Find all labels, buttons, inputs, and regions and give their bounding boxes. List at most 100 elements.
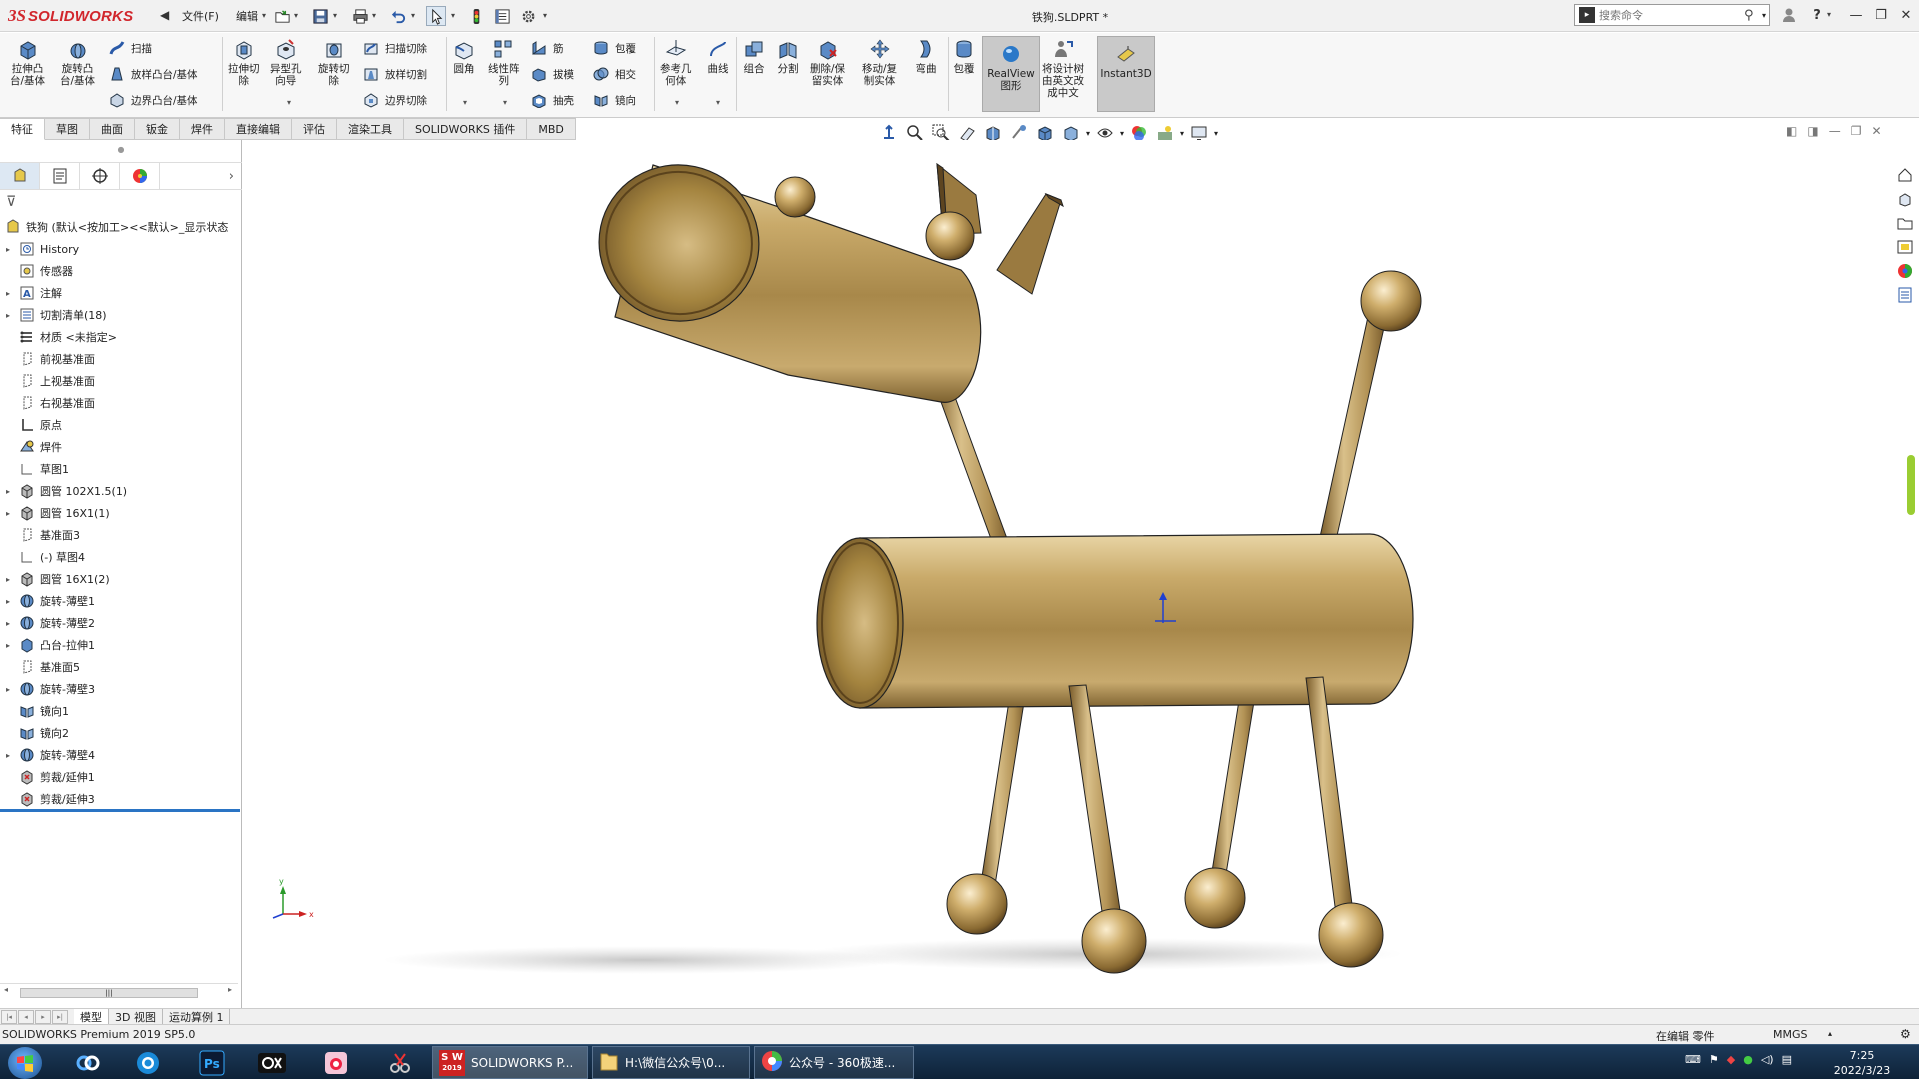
expand-arrow-icon[interactable]: ▸: [6, 289, 18, 298]
tree-root-part[interactable]: 铁狗 (默认<按加工><<默认>_显示状态: [0, 216, 242, 238]
tree-item[interactable]: (-) 草图4: [0, 546, 242, 568]
open-file-icon[interactable]: [272, 6, 292, 26]
tree-horizontal-scrollbar[interactable]: ◂ ||| ▸: [0, 983, 238, 999]
tree-item[interactable]: 基准面5: [0, 656, 242, 678]
shell-button[interactable]: 抽壳: [530, 91, 574, 109]
viewport-restore-icon[interactable]: ❐: [1851, 124, 1862, 138]
tab-solidworks-addins[interactable]: SOLIDWORKS 插件: [404, 118, 528, 140]
viewport-close-icon[interactable]: ✕: [1871, 124, 1881, 138]
options-dropdown-icon[interactable]: ▾: [543, 11, 547, 20]
move-copy-body-button[interactable]: 移动/复 制实体: [862, 37, 897, 87]
print-icon[interactable]: [350, 6, 370, 26]
extrude-boss-button[interactable]: 拉伸凸 台/基体: [10, 37, 45, 87]
tree-item[interactable]: ▸ 旋转-薄壁4: [0, 744, 242, 766]
configuration-manager-tab-icon[interactable]: [80, 163, 120, 189]
tree-item[interactable]: ▸ A 注解: [0, 282, 242, 304]
select-arrow-icon[interactable]: [426, 6, 446, 26]
tab-nav-prev-icon[interactable]: ◂: [18, 1009, 34, 1024]
view-settings-dropdown-icon[interactable]: ▾: [1214, 129, 1218, 138]
tray-flag-icon[interactable]: ⚑: [1709, 1053, 1719, 1066]
graphics-area[interactable]: y x: [243, 140, 1897, 1008]
wrap-button[interactable]: 包覆: [592, 39, 636, 57]
menu-collapse-arrow-icon[interactable]: ◀: [160, 8, 169, 22]
tab-direct-editing[interactable]: 直接编辑: [225, 118, 292, 140]
taskbar-folder-app[interactable]: H:\微信公众号\0...: [592, 1046, 750, 1079]
tree-item[interactable]: 镜向2: [0, 722, 242, 744]
expand-arrow-icon[interactable]: ▸: [6, 487, 18, 496]
scroll-thumb[interactable]: |||: [20, 988, 198, 998]
intersect-button[interactable]: 相交: [592, 65, 636, 83]
extrude-cut-button[interactable]: 拉伸切 除: [228, 37, 260, 87]
tree-item[interactable]: 原点: [0, 414, 242, 436]
menu-edit[interactable]: 编辑: [236, 8, 258, 24]
tab-surfaces[interactable]: 曲面: [90, 118, 135, 140]
linear-pattern-dropdown-icon[interactable]: ▾: [503, 98, 507, 107]
tab-features[interactable]: 特征: [0, 118, 45, 140]
draft-button[interactable]: 拔模: [530, 65, 574, 83]
menu-edit-dropdown-icon[interactable]: ▾: [262, 11, 266, 20]
open-dropdown-icon[interactable]: ▾: [294, 11, 298, 20]
file-properties-icon[interactable]: [492, 6, 512, 26]
boundary-boss-button[interactable]: 边界凸台/基体: [108, 91, 198, 109]
hide-show-dropdown-icon[interactable]: ▾: [1120, 129, 1124, 138]
undo-icon[interactable]: [388, 6, 408, 26]
image-viewer-icon[interactable]: [316, 1048, 356, 1078]
expand-arrow-icon[interactable]: ▸: [6, 751, 18, 760]
model-3d-view[interactable]: y x: [243, 140, 1897, 1008]
hole-wizard-dropdown-icon[interactable]: ▾: [287, 98, 291, 107]
flex-button[interactable]: 弯曲: [914, 37, 938, 75]
save-icon[interactable]: [310, 6, 330, 26]
search-input[interactable]: [1599, 8, 1744, 22]
tree-item[interactable]: 传感器: [0, 260, 242, 282]
expand-arrow-icon[interactable]: ▸: [6, 509, 18, 518]
tray-network-icon[interactable]: ▤: [1782, 1053, 1792, 1066]
tree-item[interactable]: ▸ History: [0, 238, 242, 260]
hole-wizard-button[interactable]: 异型孔 向导: [270, 37, 302, 87]
taskbar-clock[interactable]: 7:25 2022/3/23: [1812, 1048, 1912, 1078]
restore-window-icon[interactable]: ❐: [1870, 5, 1892, 25]
apply-scene-dropdown-icon[interactable]: ▾: [1180, 129, 1184, 138]
tab-3d-views[interactable]: 3D 视图: [109, 1008, 163, 1025]
tree-item[interactable]: 草图1: [0, 458, 242, 480]
tree-item[interactable]: 基准面3: [0, 524, 242, 546]
tab-nav-last-icon[interactable]: ▸|: [52, 1009, 68, 1024]
delete-keep-body-button[interactable]: 删除/保 留实体: [810, 37, 845, 87]
tab-evaluate[interactable]: 评估: [292, 118, 337, 140]
scroll-left-icon[interactable]: ◂: [4, 985, 8, 994]
expand-tabs-chevron-icon[interactable]: ›: [160, 169, 242, 184]
tree-item[interactable]: 镜向1: [0, 700, 242, 722]
mirror-button[interactable]: 镜向: [592, 91, 636, 109]
revolve-boss-button[interactable]: 旋转凸 台/基体: [60, 37, 95, 87]
design-library-icon[interactable]: [1895, 189, 1915, 209]
select-dropdown-icon[interactable]: ▾: [451, 11, 455, 20]
sweep-button[interactable]: 扫描: [108, 39, 152, 57]
linear-pattern-button[interactable]: 线性阵 列: [488, 37, 520, 87]
tree-item[interactable]: ▸ 旋转-薄壁3: [0, 678, 242, 700]
user-account-icon[interactable]: [1778, 5, 1800, 25]
combine-button[interactable]: 组合: [742, 37, 766, 75]
save-dropdown-icon[interactable]: ▾: [333, 11, 337, 20]
taskbar-solidworks-app[interactable]: S W 2019 SOLIDWORKS P...: [432, 1046, 588, 1079]
tab-motion-study-1[interactable]: 运动算例 1: [163, 1008, 231, 1025]
tree-item[interactable]: ▸ 旋转-薄壁1: [0, 590, 242, 612]
taskbar-browser-app[interactable]: 公众号 - 360极速...: [754, 1046, 914, 1079]
unit-system-dropdown-icon[interactable]: ▴: [1828, 1029, 1832, 1038]
tree-item[interactable]: ▸ 旋转-薄壁2: [0, 612, 242, 634]
display-manager-tab-icon[interactable]: [120, 163, 160, 189]
boundary-cut-button[interactable]: 边界切除: [362, 91, 427, 109]
wrap-feature-button[interactable]: 包覆: [952, 37, 976, 75]
minimize-window-icon[interactable]: —: [1845, 5, 1867, 25]
menu-file[interactable]: 文件(F): [182, 8, 219, 24]
solidworks-logo[interactable]: 3S SOLIDWORKS: [8, 5, 156, 27]
realview-graphics-button[interactable]: RealView 图形: [982, 36, 1040, 112]
fillet-dropdown-icon[interactable]: ▾: [463, 98, 467, 107]
search-dropdown-icon[interactable]: ▾: [1762, 11, 1766, 20]
search-icon[interactable]: ⚲: [1744, 8, 1762, 23]
split-button[interactable]: 分割: [776, 37, 800, 75]
display-style-dropdown-icon[interactable]: ▾: [1086, 129, 1090, 138]
fillet-button[interactable]: 圆角: [452, 37, 476, 75]
unit-system[interactable]: MMGS: [1773, 1028, 1808, 1041]
tree-item[interactable]: 前视基准面: [0, 348, 242, 370]
snipping-tool-icon[interactable]: [380, 1048, 420, 1078]
expand-arrow-icon[interactable]: ▸: [6, 641, 18, 650]
